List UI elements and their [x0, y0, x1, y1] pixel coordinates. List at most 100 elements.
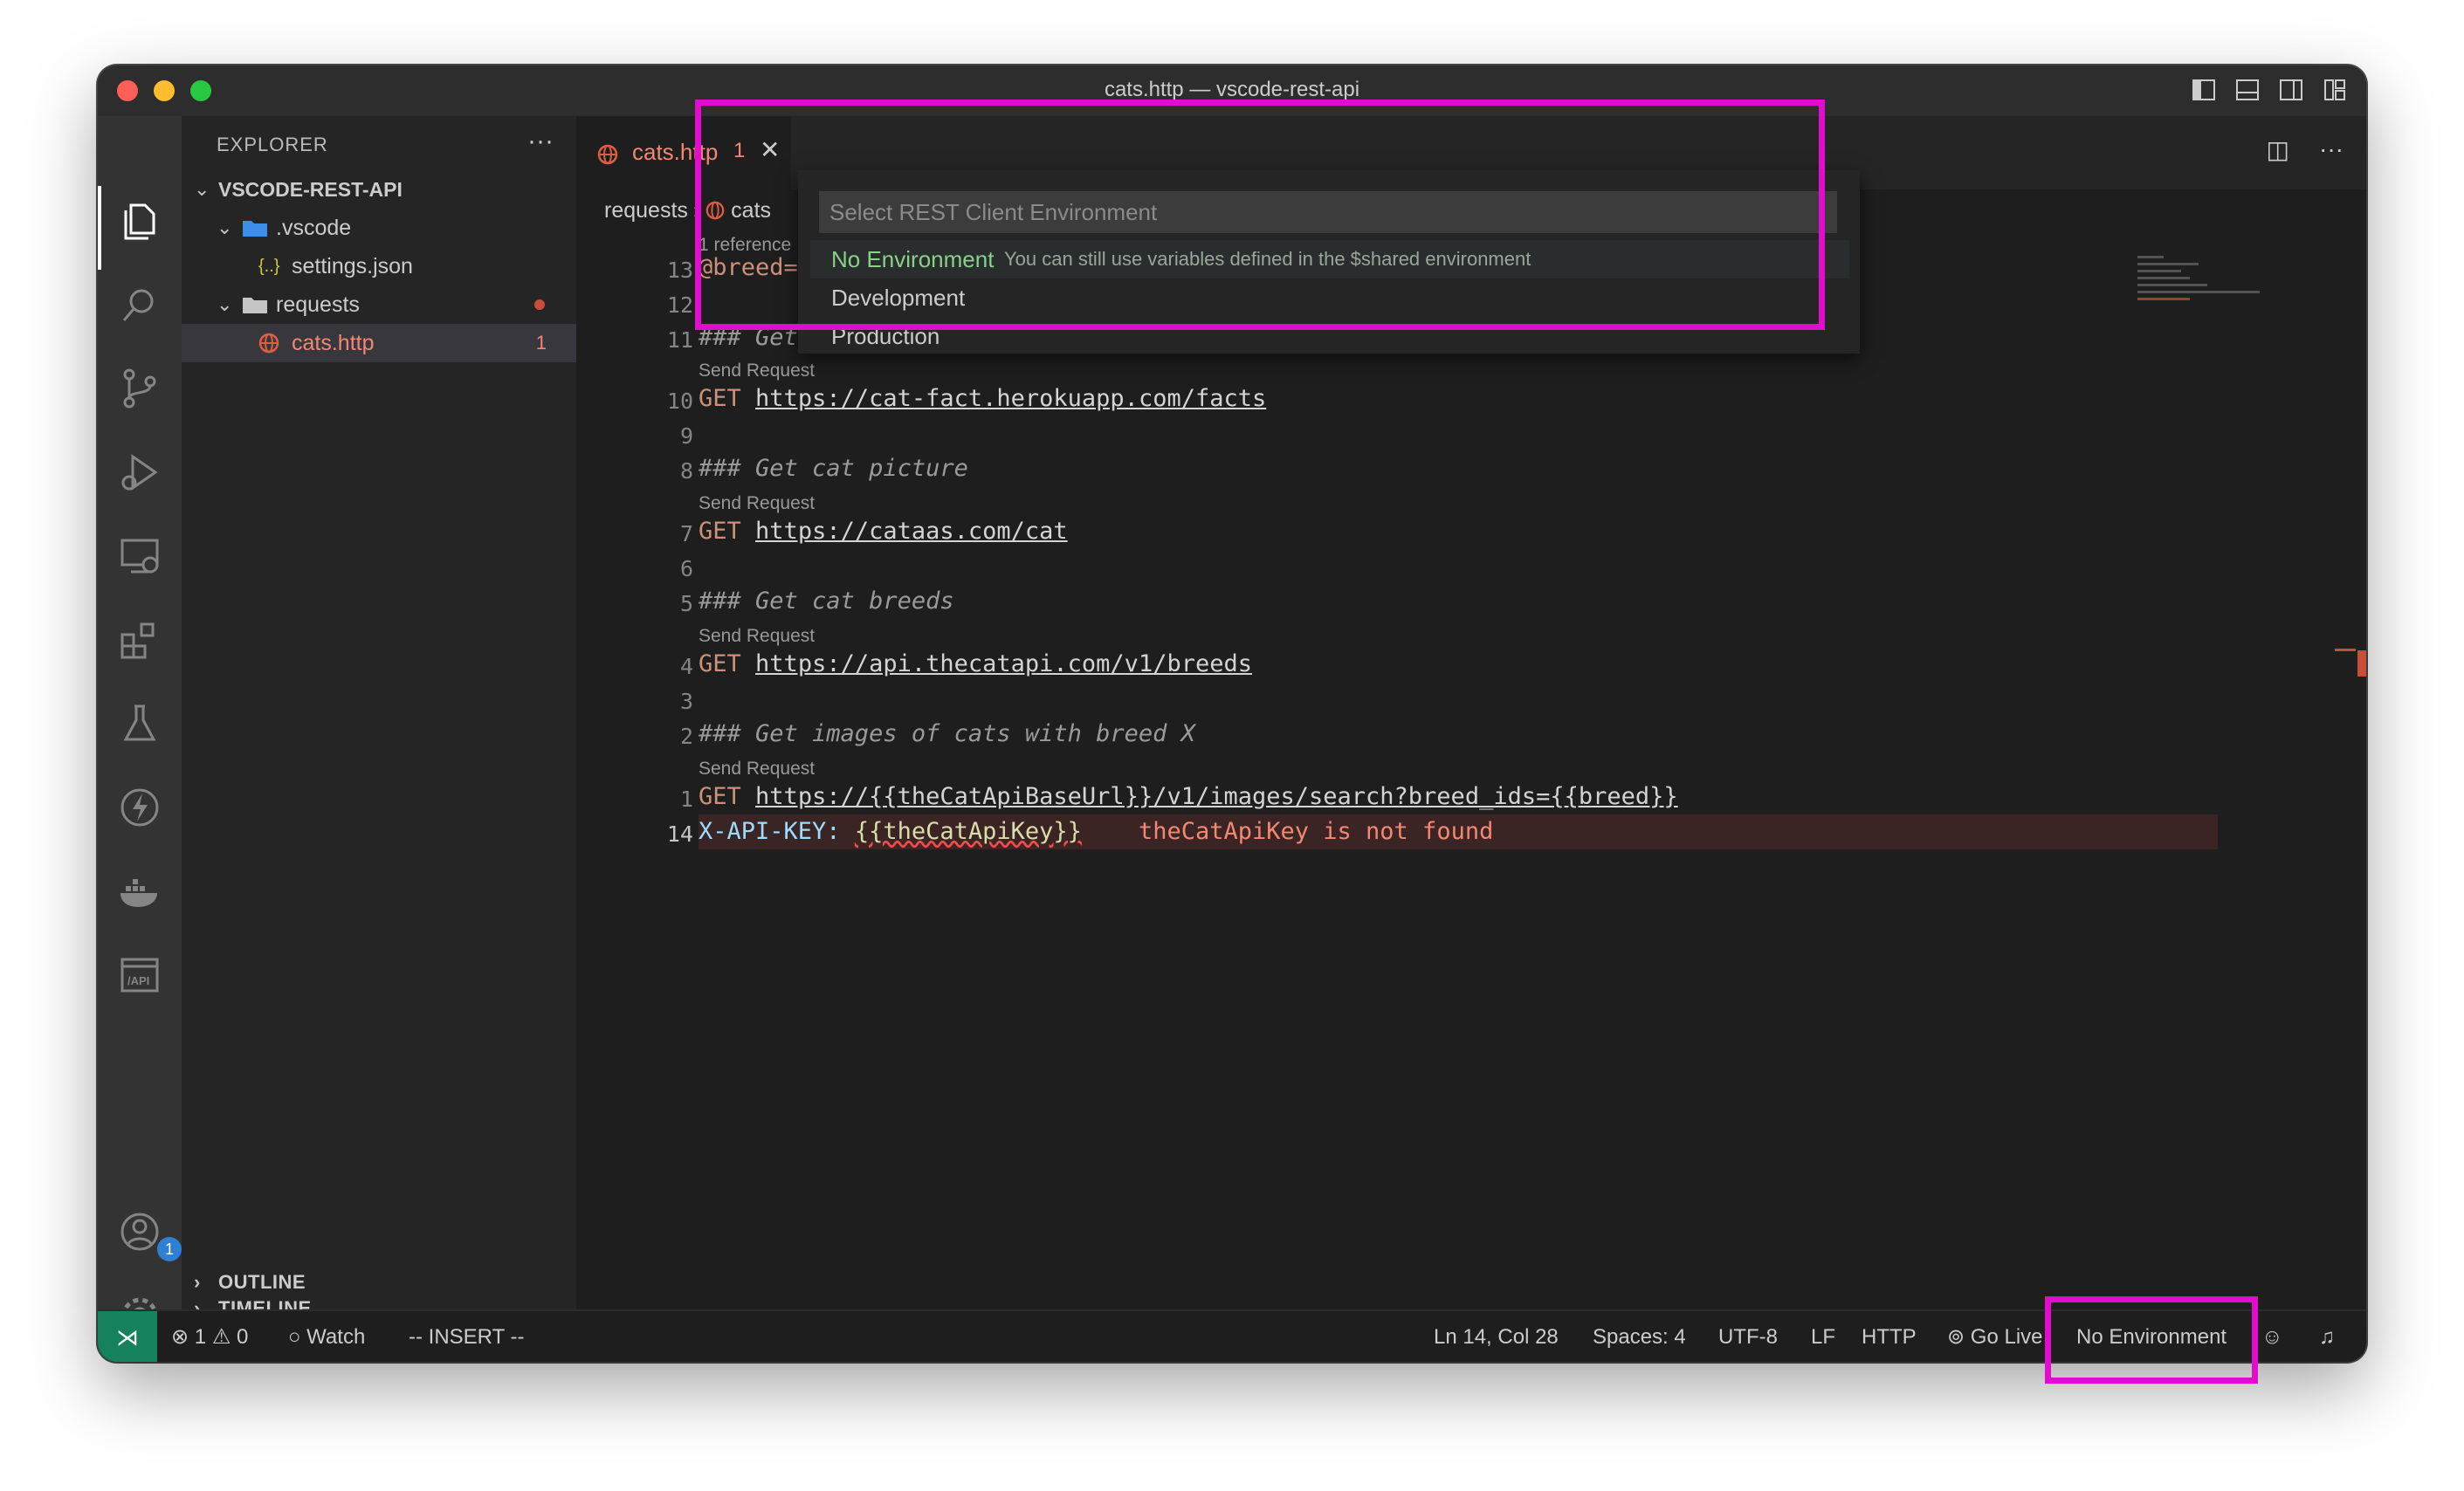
overview-ruler-marker	[2335, 649, 2356, 651]
toggle-sidebar-icon[interactable]	[2192, 78, 2216, 102]
send-request-codelens[interactable]: Send Request	[699, 759, 815, 780]
explorer-title: EXPLORER	[217, 134, 328, 155]
account-icon[interactable]: 1	[115, 1207, 182, 1261]
chevron-down-icon: ⌄	[217, 293, 233, 315]
tree-item-label: .vscode	[276, 216, 352, 240]
request-url[interactable]: https://api.thecatapi.com/v1/breeds	[755, 650, 1252, 677]
vscode-folder-icon	[243, 221, 267, 237]
end-of-line[interactable]: LF	[1811, 1311, 1835, 1362]
account-badge: 1	[157, 1237, 182, 1261]
code-line: GET https://cat-fact.herokuapp.com/facts	[699, 385, 1267, 412]
globe-icon	[258, 333, 279, 354]
send-request-codelens[interactable]: Send Request	[699, 626, 815, 647]
more-actions-icon[interactable]: ···	[2319, 135, 2344, 164]
workspace-root[interactable]: ⌄ VSCODE-REST-API	[182, 170, 576, 209]
remote-indicator-icon[interactable]: ⋊	[98, 1311, 157, 1362]
tree-item-label: cats.http	[292, 331, 375, 355]
search-icon[interactable]	[115, 280, 164, 329]
warning-triangle-icon: ⚠	[211, 1325, 231, 1349]
tree-item-requests[interactable]: ⌄ requests	[182, 285, 576, 324]
toggle-panel-icon[interactable]	[2235, 78, 2260, 102]
toggle-secondary-sidebar-icon[interactable]	[2279, 78, 2303, 102]
tree-item-settings-json[interactable]: {..} settings.json	[182, 247, 576, 285]
tree-item-label: settings.json	[292, 254, 413, 278]
feedback-icon[interactable]: ☺	[2261, 1311, 2283, 1362]
explorer-more-icon[interactable]: ···	[527, 127, 554, 156]
chevron-down-icon: ⌄	[217, 216, 233, 238]
breadcrumb-folder[interactable]: requests	[604, 198, 688, 223]
line-number: 12	[666, 292, 693, 318]
go-live-button[interactable]: ⊚ Go Live	[1947, 1311, 2043, 1362]
folder-icon	[243, 298, 267, 313]
circle-icon: ○	[288, 1325, 301, 1349]
line-number-current: 14	[666, 821, 693, 847]
activity-bar: /API 1	[98, 116, 182, 1334]
workspace-root-label: VSCODE-REST-API	[218, 178, 403, 201]
line-number: 9	[679, 423, 693, 449]
files-icon[interactable]	[115, 196, 164, 245]
broadcast-icon: ⊚	[1947, 1325, 1965, 1349]
line-number: 6	[679, 556, 693, 581]
code-line: GET https://api.thecatapi.com/v1/breeds	[699, 650, 1252, 677]
code-line: GET https://{{theCatApiBaseUrl}}/v1/imag…	[699, 783, 1678, 810]
line-number: 7	[679, 521, 693, 546]
notifications-bell-icon[interactable]: ♫	[2319, 1311, 2335, 1362]
line-number: 5	[679, 591, 693, 616]
tree-item-label: requests	[276, 292, 360, 317]
indentation[interactable]: Spaces: 4	[1593, 1311, 1686, 1362]
svg-text:/API: /API	[127, 974, 149, 987]
line-number: 4	[679, 654, 693, 679]
error-circle-icon: ⊗	[171, 1325, 189, 1349]
problems-indicator[interactable]: ⊗ 1 ⚠ 0	[171, 1311, 248, 1362]
line-number: 13	[666, 258, 693, 283]
inline-error-message: theCatApiKey is not found	[1138, 818, 1494, 845]
cursor-position[interactable]: Ln 14, Col 28	[1434, 1311, 1559, 1362]
code-line: ### Get cat picture	[699, 455, 968, 482]
line-number: 10	[666, 388, 693, 414]
send-request-codelens[interactable]: Send Request	[699, 361, 815, 381]
customize-layout-icon[interactable]	[2323, 78, 2347, 102]
testing-icon[interactable]	[115, 699, 164, 748]
language-mode[interactable]: HTTP	[1862, 1311, 1917, 1362]
send-request-codelens[interactable]: Send Request	[699, 493, 815, 514]
source-control-icon[interactable]	[115, 364, 164, 413]
active-indicator	[98, 186, 101, 270]
code-line: ### Get images of cats with breed X	[699, 720, 1195, 747]
scrollbar-error-marker	[2357, 650, 2366, 677]
line-number: 1	[679, 787, 693, 812]
code-line: GET https://cataas.com/cat	[699, 518, 1068, 545]
tree-item-cats-http[interactable]: cats.http 1	[182, 324, 576, 362]
request-url[interactable]: https://cat-fact.herokuapp.com/facts	[755, 385, 1266, 412]
environment-highlight-box	[2045, 1296, 2258, 1384]
editor-actions: ◫ ···	[2267, 135, 2344, 164]
json-file-icon: {..}	[258, 257, 280, 276]
window-title: cats.http — vscode-rest-api	[1104, 78, 1360, 101]
extensions-icon[interactable]	[115, 615, 164, 664]
line-number: 11	[666, 327, 693, 353]
tree-item-vscode[interactable]: ⌄ .vscode	[182, 209, 576, 247]
split-editor-icon[interactable]: ◫	[2267, 135, 2289, 164]
line-number: 3	[679, 689, 693, 714]
line-number: 2	[679, 724, 693, 749]
encoding[interactable]: UTF-8	[1718, 1311, 1778, 1362]
api-icon[interactable]: /API	[115, 951, 164, 1000]
quick-pick-highlight-box	[695, 100, 1825, 330]
explorer-sidebar: EXPLORER ··· ⌄ VSCODE-REST-API ⌄ .vscode…	[182, 116, 578, 1309]
layout-controls	[2192, 78, 2347, 102]
line-number: 8	[679, 458, 693, 484]
code-line-error: X-API-KEY: {{theCatApiKey}} theCatApiKey…	[699, 818, 1494, 845]
request-url[interactable]: https://{{theCatApiBaseUrl}}/v1/images/s…	[755, 783, 1678, 810]
minimap[interactable]	[2137, 256, 2340, 308]
docker-icon[interactable]	[115, 867, 164, 916]
code-line: ### Get cat breeds	[699, 587, 954, 615]
status-bar: ⋊ ⊗ 1 ⚠ 0 ○ Watch -- INSERT -- Ln 14, Co…	[98, 1309, 2366, 1362]
vim-mode: -- INSERT --	[409, 1325, 525, 1349]
chevron-down-icon: ⌄	[194, 178, 210, 200]
request-url[interactable]: https://cataas.com/cat	[755, 518, 1068, 545]
remote-explorer-icon[interactable]	[115, 532, 164, 581]
modified-dot-icon	[534, 299, 545, 310]
globe-icon	[597, 144, 618, 165]
thunder-icon[interactable]	[115, 783, 164, 832]
watch-button[interactable]: ○ Watch	[288, 1311, 365, 1362]
run-debug-icon[interactable]	[115, 448, 164, 497]
